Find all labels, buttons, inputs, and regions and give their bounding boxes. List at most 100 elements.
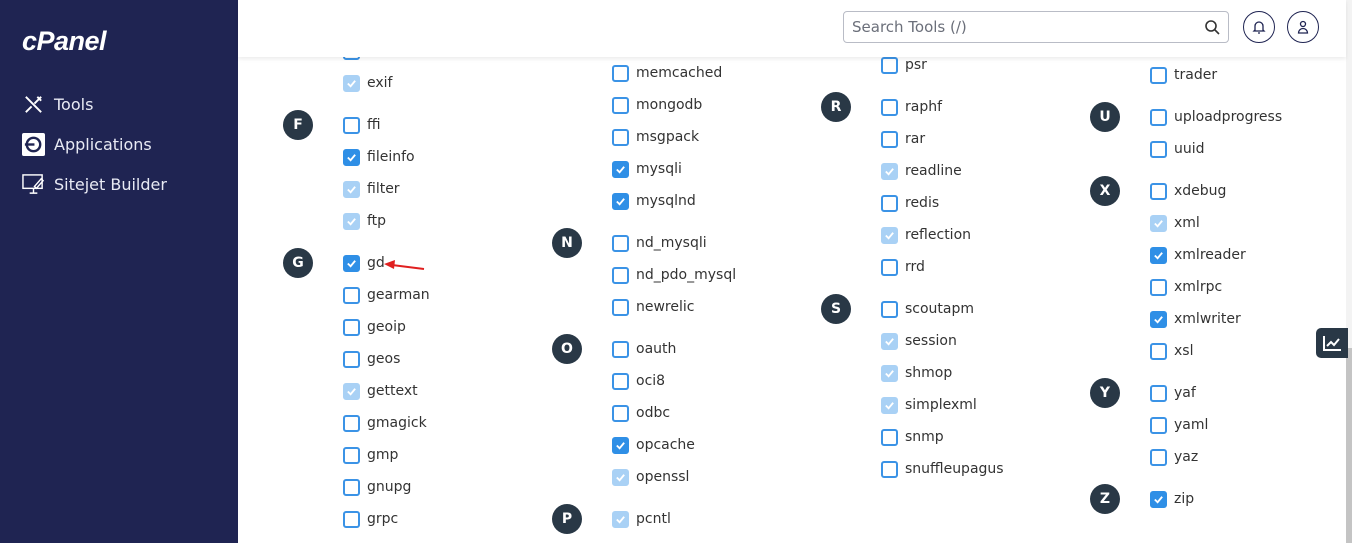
extension-item[interactable]: uuid	[1150, 133, 1282, 165]
checkbox[interactable]	[343, 350, 360, 368]
extension-item[interactable]: opcache	[612, 429, 736, 461]
extension-item[interactable]: simplexml	[881, 389, 1004, 421]
checkbox[interactable]	[612, 64, 629, 82]
extension-item[interactable]: snmp	[881, 421, 1004, 453]
checkbox[interactable]	[343, 446, 360, 464]
notifications-button[interactable]	[1243, 11, 1275, 43]
extension-item[interactable]: rrd	[881, 251, 1004, 283]
checkbox[interactable]	[612, 160, 629, 178]
extension-item[interactable]: redis	[881, 187, 1004, 219]
checkbox[interactable]	[1150, 416, 1167, 434]
checkbox[interactable]	[1150, 490, 1167, 508]
checkbox[interactable]	[343, 254, 360, 272]
extension-item[interactable]: openssl	[612, 461, 736, 493]
checkbox[interactable]	[881, 194, 898, 212]
extension-item[interactable]: pcntl	[612, 503, 736, 535]
checkbox[interactable]	[343, 148, 360, 166]
extension-item[interactable]: newrelic	[612, 291, 736, 323]
checkbox[interactable]	[612, 192, 629, 210]
checkbox[interactable]	[881, 56, 898, 74]
checkbox[interactable]	[612, 234, 629, 252]
checkbox[interactable]	[1150, 66, 1167, 84]
checkbox[interactable]	[881, 300, 898, 318]
checkbox[interactable]	[1150, 246, 1167, 264]
extension-item[interactable]: gettext	[343, 375, 430, 407]
checkbox[interactable]	[1150, 182, 1167, 200]
checkbox[interactable]	[612, 340, 629, 358]
extension-item[interactable]: oci8	[612, 365, 736, 397]
extension-item[interactable]: rar	[881, 123, 1004, 155]
extension-item[interactable]: xmlrpc	[1150, 271, 1282, 303]
checkbox[interactable]	[612, 298, 629, 316]
extension-item[interactable]: filter	[343, 173, 430, 205]
sidebar-item-tools[interactable]: Tools	[22, 93, 93, 116]
scrollbar-thumb[interactable]	[1346, 348, 1352, 543]
search-input[interactable]	[852, 18, 1204, 36]
checkbox[interactable]	[612, 266, 629, 284]
stats-button[interactable]	[1316, 328, 1348, 358]
cpanel-logo[interactable]: cPanel	[22, 26, 107, 57]
extension-item[interactable]: yaf	[1150, 377, 1282, 409]
extension-item[interactable]: reflection	[881, 219, 1004, 251]
extension-item[interactable]: fileinfo	[343, 141, 430, 173]
extension-item[interactable]: snuffleupagus	[881, 453, 1004, 485]
extension-item[interactable]: ffi	[343, 109, 430, 141]
extension-item[interactable]: xmlwriter	[1150, 303, 1282, 335]
checkbox[interactable]	[343, 318, 360, 336]
checkbox[interactable]	[343, 478, 360, 496]
extension-item[interactable]: trader	[1150, 59, 1282, 91]
sidebar-item-applications[interactable]: Applications	[22, 133, 152, 156]
extension-item[interactable]: uploadprogress	[1150, 101, 1282, 133]
extension-item[interactable]: grpc	[343, 503, 430, 535]
checkbox[interactable]	[612, 372, 629, 390]
extension-item[interactable]: gmp	[343, 439, 430, 471]
extension-item[interactable]: shmop	[881, 357, 1004, 389]
extension-item[interactable]: nd_pdo_mysql	[612, 259, 736, 291]
checkbox[interactable]	[1150, 108, 1167, 126]
extension-item[interactable]: mongodb	[612, 89, 736, 121]
extension-item[interactable]: xsl	[1150, 335, 1282, 367]
extension-item[interactable]: oauth	[612, 333, 736, 365]
checkbox[interactable]	[343, 286, 360, 304]
extension-item[interactable]: xdebug	[1150, 175, 1282, 207]
extension-item[interactable]: xmlreader	[1150, 239, 1282, 271]
extension-item[interactable]: memcached	[612, 57, 736, 89]
extension-item[interactable]: geoip	[343, 311, 430, 343]
extension-item[interactable]: nd_mysqli	[612, 227, 736, 259]
checkbox[interactable]	[881, 98, 898, 116]
extension-item[interactable]: session	[881, 325, 1004, 357]
extension-item[interactable]: msgpack	[612, 121, 736, 153]
extension-item[interactable]: gmagick	[343, 407, 430, 439]
checkbox[interactable]	[612, 404, 629, 422]
extension-item[interactable]: scoutapm	[881, 293, 1004, 325]
extension-item[interactable]: xml	[1150, 207, 1282, 239]
scrollbar[interactable]	[1346, 0, 1352, 543]
extension-item[interactable]: yaz	[1150, 441, 1282, 473]
checkbox[interactable]	[881, 130, 898, 148]
extension-item[interactable]: ftp	[343, 205, 430, 237]
extension-item[interactable]: exif	[343, 67, 430, 99]
extension-item[interactable]: gearman	[343, 279, 430, 311]
checkbox[interactable]	[1150, 310, 1167, 328]
search-box[interactable]	[843, 11, 1229, 43]
extension-item[interactable]: readline	[881, 155, 1004, 187]
extension-item[interactable]: mysqlnd	[612, 185, 736, 217]
checkbox[interactable]	[1150, 342, 1167, 360]
extension-item[interactable]: geos	[343, 343, 430, 375]
checkbox[interactable]	[1150, 278, 1167, 296]
extension-item[interactable]: mysqli	[612, 153, 736, 185]
sidebar-item-sitejet-builder[interactable]: Sitejet Builder	[22, 173, 167, 196]
extension-item[interactable]: yaml	[1150, 409, 1282, 441]
user-button[interactable]	[1287, 11, 1319, 43]
extension-item[interactable]: raphf	[881, 91, 1004, 123]
extension-item[interactable]: odbc	[612, 397, 736, 429]
checkbox[interactable]	[1150, 140, 1167, 158]
extension-item[interactable]: gnupg	[343, 471, 430, 503]
extension-item[interactable]: zip	[1150, 483, 1282, 515]
search-icon[interactable]	[1204, 19, 1220, 35]
checkbox[interactable]	[881, 428, 898, 446]
checkbox[interactable]	[612, 96, 629, 114]
checkbox[interactable]	[343, 510, 360, 528]
checkbox[interactable]	[612, 436, 629, 454]
checkbox[interactable]	[1150, 384, 1167, 402]
